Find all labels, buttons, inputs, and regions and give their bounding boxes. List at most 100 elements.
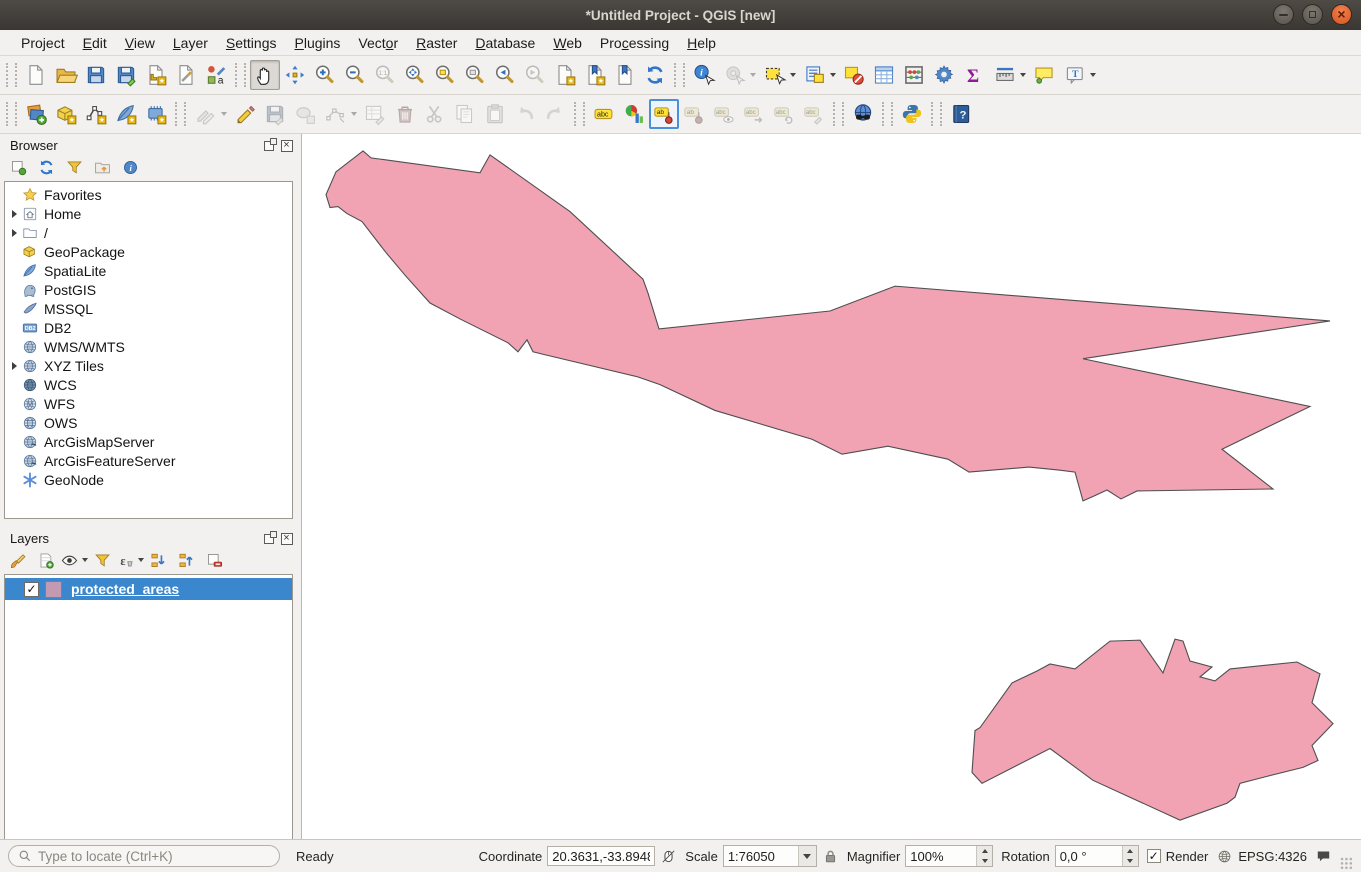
browser-item-wfs[interactable]: VWFS (5, 394, 292, 413)
menu-plugins[interactable]: Plugins (285, 33, 349, 53)
messages-icon[interactable] (1315, 848, 1332, 865)
locator-input[interactable] (8, 845, 280, 867)
menu-layer[interactable]: Layer (164, 33, 217, 53)
btn-zoom-to-selection[interactable] (430, 60, 460, 90)
btn-move-label[interactable]: abc (739, 99, 769, 129)
lock-scale-icon[interactable] (822, 848, 839, 865)
toolbar-handle[interactable] (6, 102, 17, 126)
browser-item-mssql[interactable]: MSSQL (5, 299, 292, 318)
scale-combobox[interactable] (723, 845, 817, 867)
toolbar-handle[interactable] (574, 102, 585, 126)
browser-item-[interactable]: / (5, 223, 292, 242)
close-button[interactable]: × (1331, 4, 1352, 25)
menu-raster[interactable]: Raster (407, 33, 466, 53)
btn-current-edits[interactable] (190, 99, 230, 129)
toolbar-handle[interactable] (882, 102, 893, 126)
toolbar-handle[interactable] (833, 102, 844, 126)
browser-item-arcgismapserver[interactable]: ArcGisMapServer (5, 432, 292, 451)
btn-bookmarks[interactable] (610, 60, 640, 90)
btn-filter-legend[interactable] (92, 550, 112, 570)
btn-run-feature-action[interactable] (719, 60, 759, 90)
minimize-button[interactable] (1273, 4, 1294, 25)
menu-database[interactable]: Database (466, 33, 544, 53)
btn-enable-properties-widget[interactable]: i (120, 157, 140, 177)
locator-bar[interactable] (8, 845, 280, 867)
dropdown-caret-icon[interactable] (1020, 73, 1026, 77)
btn-highlight-pinned-labels[interactable]: ab (649, 99, 679, 129)
btn-pan-map[interactable] (250, 60, 280, 90)
magnifier-spin-buttons[interactable] (976, 846, 992, 866)
btn-add-group[interactable] (36, 550, 56, 570)
btn-filter-browser[interactable] (64, 157, 84, 177)
btn-copy-features[interactable] (450, 99, 480, 129)
rotation-spin-buttons[interactable] (1122, 846, 1138, 866)
toolbar-handle[interactable] (175, 102, 186, 126)
btn-open-attribute-table[interactable] (869, 60, 899, 90)
btn-undo[interactable] (510, 99, 540, 129)
btn-collapse-all[interactable] (176, 550, 196, 570)
btn-new-print-layout[interactable] (141, 60, 171, 90)
magnifier-spinbox[interactable] (905, 845, 993, 867)
btn-data-source-manager[interactable] (21, 99, 51, 129)
btn-style-manager[interactable]: a (201, 60, 231, 90)
btn-layer-diagram-options[interactable] (619, 99, 649, 129)
btn-new-geopackage-layer[interactable] (51, 99, 81, 129)
menu-vector[interactable]: Vector (349, 33, 407, 53)
dropdown-caret-icon[interactable] (790, 73, 796, 77)
magnifier-input[interactable] (906, 846, 976, 866)
scale-input[interactable] (724, 846, 798, 866)
map-canvas[interactable] (302, 134, 1361, 839)
expand-arrow-icon[interactable] (8, 210, 21, 218)
scale-dropdown-button[interactable] (798, 846, 816, 866)
dropdown-caret-icon[interactable] (221, 112, 227, 116)
btn-vertex-tool[interactable] (320, 99, 360, 129)
browser-item-postgis[interactable]: PostGIS (5, 280, 292, 299)
menu-edit[interactable]: Edit (74, 33, 116, 53)
rotation-input[interactable] (1056, 846, 1122, 866)
btn-show-bookmarks[interactable] (580, 60, 610, 90)
menu-processing[interactable]: Processing (591, 33, 678, 53)
btn-save-project[interactable] (81, 60, 111, 90)
map-view[interactable] (302, 134, 1361, 839)
coordinate-input[interactable] (547, 846, 655, 866)
browser-item-ows[interactable]: OWS (5, 413, 292, 432)
btn-help-contents[interactable]: ? (946, 99, 976, 129)
btn-layout-manager[interactable] (171, 60, 201, 90)
browser-item-arcgisfeatureserver[interactable]: ArcGisFeatureServer (5, 451, 292, 470)
dropdown-caret-icon[interactable] (830, 73, 836, 77)
layer-row-protected-areas[interactable]: protected_areas (5, 578, 292, 600)
btn-manage-map-themes[interactable] (64, 550, 84, 570)
browser-item-wcs[interactable]: WCS (5, 375, 292, 394)
btn-text-annotation[interactable]: T (1059, 60, 1099, 90)
browser-item-favorites[interactable]: Favorites (5, 185, 292, 204)
btn-deselect-features[interactable] (839, 60, 869, 90)
btn-paste-features[interactable] (480, 99, 510, 129)
btn-show-hide-labels[interactable]: abc (709, 99, 739, 129)
btn-map-tips[interactable] (1029, 60, 1059, 90)
browser-item-wms-wmts[interactable]: WMS/WMTS (5, 337, 292, 356)
btn-metasearch[interactable] (848, 99, 878, 129)
btn-refresh-map[interactable] (640, 60, 670, 90)
browser-float-button[interactable] (262, 139, 275, 152)
btn-expand-all[interactable] (148, 550, 168, 570)
browser-close-button[interactable]: × (280, 139, 293, 152)
expand-arrow-icon[interactable] (8, 362, 21, 370)
btn-pan-to-selection[interactable] (280, 60, 310, 90)
layers-close-button[interactable]: × (280, 532, 293, 545)
dropdown-caret-icon[interactable] (750, 73, 756, 77)
dropdown-caret-icon[interactable] (1090, 73, 1096, 77)
btn-modify-attributes[interactable] (360, 99, 390, 129)
toolbar-handle[interactable] (674, 63, 685, 87)
btn-collapse-all-browser[interactable] (92, 157, 112, 177)
browser-item-home[interactable]: Home (5, 204, 292, 223)
menu-web[interactable]: Web (544, 33, 591, 53)
btn-statistical-summary[interactable] (899, 60, 929, 90)
btn-zoom-in[interactable] (310, 60, 340, 90)
btn-new-virtual-layer[interactable] (141, 99, 171, 129)
rotation-spinbox[interactable] (1055, 845, 1139, 867)
btn-digitize-feature[interactable] (290, 99, 320, 129)
btn-remove-layer[interactable] (204, 550, 224, 570)
layer-visibility-checkbox[interactable] (24, 582, 39, 597)
btn-open-layer-styling[interactable] (8, 550, 28, 570)
menu-project[interactable]: Project (12, 33, 74, 53)
